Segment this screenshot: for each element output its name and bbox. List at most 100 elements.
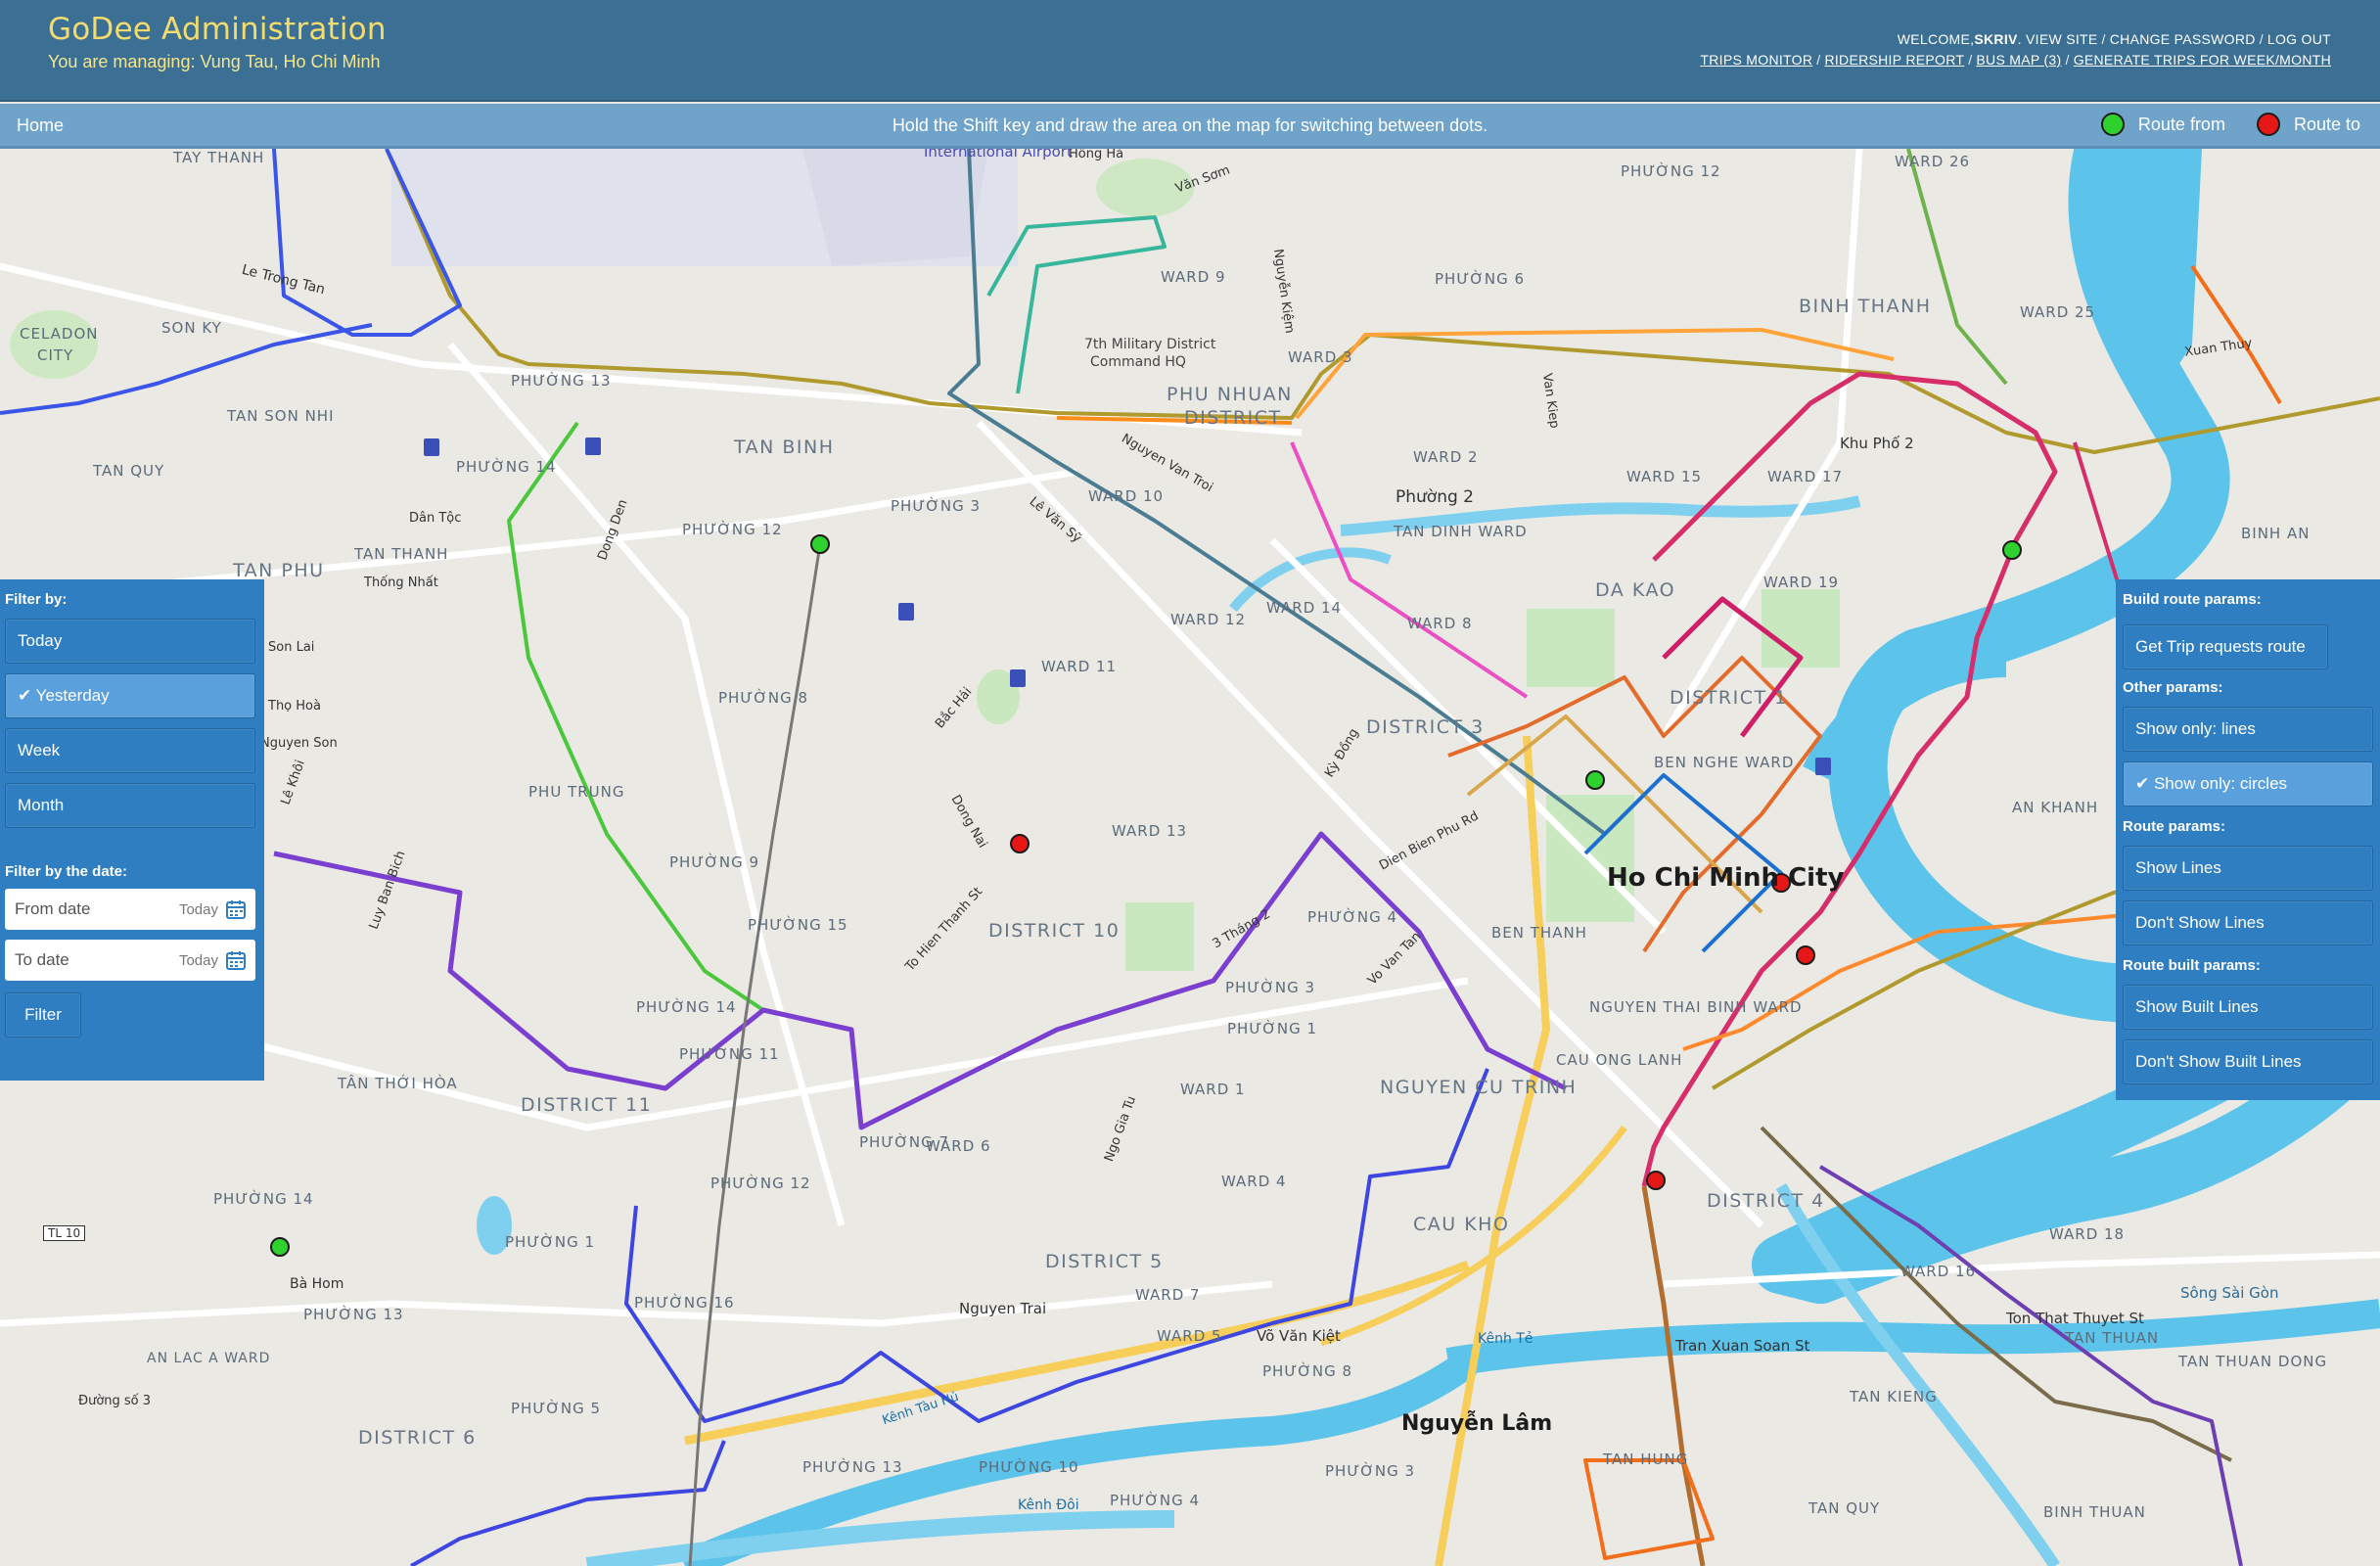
- map-label-phuong-16: PHƯỜNG 16: [634, 1294, 735, 1312]
- filter-yesterday-button[interactable]: ✔ Yesterday: [5, 673, 255, 718]
- map-label-district-6: DISTRICT 6: [358, 1427, 477, 1449]
- map-label-phuong-14: PHƯỜNG 14: [456, 458, 557, 476]
- app-title[interactable]: GoDee Administration: [48, 12, 387, 47]
- bus-map[interactable]: TAY THANH CELADON CITY SON KY TAN SON NH…: [0, 149, 2380, 1566]
- map-label-phuong-7: PHƯỜNG 7: [859, 1133, 950, 1151]
- map-label-airport: International Airport: [924, 149, 1073, 161]
- map-label-phuong-9: PHƯỜNG 9: [669, 853, 760, 871]
- other-params-label: Other params:: [2123, 679, 2223, 696]
- dont-show-lines-button[interactable]: Don't Show Lines: [2123, 900, 2373, 945]
- calendar-icon[interactable]: [226, 899, 246, 919]
- map-label-tho-hoa: Thọ Hoà: [268, 699, 321, 714]
- home-link[interactable]: Home: [17, 115, 64, 136]
- map-label-ho-chi-minh-city: Ho Chi Minh City: [1607, 863, 1845, 893]
- map-label-phuong-8: PHƯỜNG 8: [718, 689, 809, 707]
- map-label-phuong-5: PHƯỜNG 5: [511, 1400, 602, 1417]
- to-date-placeholder: To date: [15, 950, 69, 969]
- separator: /: [1968, 52, 1973, 68]
- build-route-params-label: Build route params:: [2123, 591, 2262, 608]
- bus-map-link[interactable]: BUS MAP (3): [1976, 50, 2061, 70]
- map-label-phuong-1: PHƯỜNG 1: [1227, 1020, 1318, 1037]
- generate-trips-link[interactable]: GENERATE TRIPS FOR WEEK/MONTH: [2074, 50, 2331, 70]
- filter-week-button[interactable]: Week: [5, 728, 255, 773]
- map-label-ward-18: WARD 18: [2049, 1225, 2126, 1243]
- legend-route-to-label: Route to: [2293, 114, 2360, 134]
- show-built-lines-button[interactable]: Show Built Lines: [2123, 985, 2373, 1030]
- green-dot-icon: [2100, 113, 2125, 136]
- map-label-tan-binh: TAN BINH: [734, 437, 835, 458]
- legend-route-to: Route to: [2256, 113, 2360, 136]
- map-label-phuong-13-d6: PHƯỜNG 13: [303, 1306, 404, 1323]
- to-date-field[interactable]: To date Today: [5, 940, 255, 981]
- map-label-cau-kho: CAU KHO: [1413, 1214, 1510, 1235]
- map-label-nguyen-cu-trinh: NGUYEN CU TRINH: [1380, 1077, 1578, 1098]
- map-label-ward-4: WARD 4: [1221, 1173, 1287, 1190]
- welcome-text: WELCOME,: [1897, 31, 1975, 47]
- map-toolbar: Hold the Shift key and draw the area on …: [0, 104, 2380, 149]
- map-label-binh-thuan: BINH THUAN: [2043, 1503, 2146, 1521]
- map-label-tran-xuan-soan: Tran Xuan Soan St: [1675, 1337, 1810, 1355]
- map-label-phuong-13-d8: PHƯỜNG 13: [802, 1458, 903, 1476]
- map-label-ward-9: WARD 9: [1161, 268, 1226, 286]
- map-label-son-ky: SON KY: [161, 319, 222, 337]
- filter-by-label: Filter by:: [5, 591, 68, 608]
- ridership-report-link[interactable]: RIDERSHIP REPORT: [1824, 50, 1964, 70]
- map-canvas[interactable]: [0, 149, 2380, 1566]
- map-label-ward-3: WARD 3: [1288, 348, 1353, 366]
- map-label-ward-16: WARD 16: [1900, 1263, 1977, 1280]
- separator: /: [1816, 52, 1821, 68]
- filter-submit-button[interactable]: Filter: [5, 992, 81, 1037]
- map-label-command: Command HQ: [1090, 354, 1186, 370]
- map-label-district: DISTRICT: [1184, 407, 1282, 429]
- route-params-panel: Build route params: Get Trip requests ro…: [2116, 579, 2380, 1100]
- map-label-phuong-4-d8: PHƯỜNG 4: [1110, 1492, 1201, 1509]
- view-site-link[interactable]: VIEW SITE: [2026, 29, 2098, 50]
- separator: /: [2259, 31, 2264, 47]
- to-date-today[interactable]: Today: [179, 952, 218, 969]
- map-label-da-kao: DA KAO: [1595, 579, 1676, 601]
- managing-text: You are managing: Vung Tau, Ho Chi Minh: [48, 52, 381, 71]
- show-lines-button[interactable]: Show Lines: [2123, 846, 2373, 891]
- map-label-district-4: DISTRICT 4: [1707, 1190, 1825, 1212]
- filter-month-button[interactable]: Month: [5, 783, 255, 828]
- get-trip-requests-button[interactable]: Get Trip requests route: [2123, 624, 2328, 669]
- map-label-district-10: DISTRICT 10: [988, 920, 1121, 942]
- from-date-field[interactable]: From date Today: [5, 889, 255, 930]
- map-label-cau-ong-lanh: CAU ONG LANH: [1556, 1051, 1683, 1069]
- legend-route-from-label: Route from: [2137, 114, 2225, 134]
- map-label-ton-that-thuyet: Ton That Thuyet St: [2006, 1310, 2144, 1327]
- map-label-thong-nhat: Thống Nhất: [364, 576, 438, 590]
- change-password-link[interactable]: CHANGE PASSWORD: [2110, 29, 2256, 50]
- map-label-phuong-14-d11: PHƯỜNG 14: [636, 998, 737, 1016]
- map-label-ward-14: WARD 14: [1266, 599, 1343, 617]
- filter-today-button[interactable]: Today: [5, 619, 255, 664]
- map-label-ward-12: WARD 12: [1170, 611, 1247, 628]
- show-only-circles-button[interactable]: ✔ Show only: circles: [2123, 761, 2373, 806]
- map-label-ward-1: WARD 1: [1180, 1081, 1246, 1098]
- log-out-link[interactable]: LOG OUT: [2267, 29, 2331, 50]
- map-label-tl10: TL 10: [43, 1225, 86, 1241]
- map-label-tan-quy: TAN QUY: [93, 462, 165, 480]
- map-label-tan-phu: TAN PHU: [233, 560, 325, 581]
- map-label-an-khanh: AN KHANH: [2012, 799, 2099, 816]
- map-label-phu-trung: PHU TRUNG: [528, 783, 625, 801]
- show-only-lines-button[interactable]: Show only: lines: [2123, 707, 2373, 752]
- map-label-phuong-12-north: PHƯỜNG 12: [1621, 162, 1721, 180]
- legend-route-from: Route from: [2100, 113, 2225, 136]
- filter-panel: Filter by: Today ✔ Yesterday Week Month …: [0, 579, 264, 1081]
- calendar-icon[interactable]: [226, 950, 246, 970]
- map-label-phuong-12: PHƯỜNG 12: [682, 521, 783, 538]
- map-label-phuong-3-d8: PHƯỜNG 3: [1325, 1462, 1416, 1480]
- map-label-khu-pho-2: Khu Phố 2: [1840, 435, 1914, 452]
- map-label-ben-nghe-ward: BEN NGHE WARD: [1654, 754, 1795, 771]
- map-label-district-1: DISTRICT 1: [1670, 687, 1788, 709]
- map-label-ward-25: WARD 25: [2020, 303, 2096, 321]
- from-date-today[interactable]: Today: [179, 901, 218, 918]
- route-built-params-label: Route built params:: [2123, 957, 2261, 974]
- dont-show-built-lines-button[interactable]: Don't Show Built Lines: [2123, 1039, 2373, 1084]
- user-name: SKRIV: [1974, 31, 2018, 47]
- trips-monitor-link[interactable]: TRIPS MONITOR: [1700, 50, 1812, 70]
- map-label-ben-thanh: BEN THANH: [1491, 924, 1587, 942]
- map-label-binh-thanh: BINH THANH: [1799, 296, 1932, 317]
- map-label-phuong-8: PHƯỜNG 8: [1262, 1362, 1353, 1380]
